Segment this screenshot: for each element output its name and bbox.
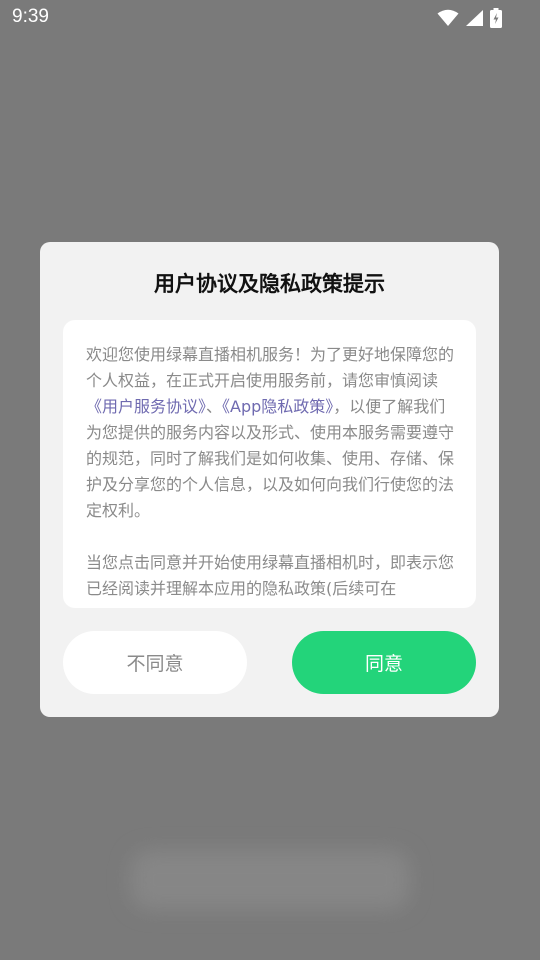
- dialog-title: 用户协议及隐私政策提示: [154, 272, 385, 296]
- battery-charging-icon: [490, 8, 502, 28]
- user-agreement-link[interactable]: 《用户服务协议》: [86, 397, 206, 416]
- policy-text-box[interactable]: 欢迎您使用绿幕直播相机服务！为了更好地保障您的个人权益，在正式开启使用服务前，请…: [63, 320, 476, 608]
- privacy-policy-link[interactable]: 《App隐私政策》: [222, 397, 333, 416]
- wifi-icon: [437, 9, 459, 27]
- disagree-button[interactable]: 不同意: [63, 631, 247, 694]
- status-icons: [437, 8, 502, 28]
- policy-text: 欢迎您使用绿幕直播相机服务！为了更好地保障您的个人权益，在正式开启使用服务前，请…: [86, 342, 456, 602]
- status-time: 9:39: [12, 6, 49, 27]
- link-separator: 、: [206, 397, 223, 416]
- background-blur: [130, 850, 410, 910]
- status-bar: 9:39: [0, 0, 540, 36]
- policy-paragraph-2: 当您点击同意并开始使用绿幕直播相机时，即表示您已经阅读并理解本应用的隐私政策(后…: [86, 553, 455, 598]
- cellular-signal-icon: [465, 9, 484, 27]
- policy-paragraph-1: 欢迎您使用绿幕直播相机服务！为了更好地保障您的个人权益，在正式开启使用服务前，请…: [86, 342, 456, 524]
- agree-button[interactable]: 同意: [292, 631, 476, 694]
- privacy-dialog: 用户协议及隐私政策提示 欢迎您使用绿幕直播相机服务！为了更好地保障您的个人权益，…: [40, 242, 499, 717]
- paragraph-1-text-a: 欢迎您使用绿幕直播相机服务！为了更好地保障您的个人权益，在正式开启使用服务前，请…: [86, 345, 455, 390]
